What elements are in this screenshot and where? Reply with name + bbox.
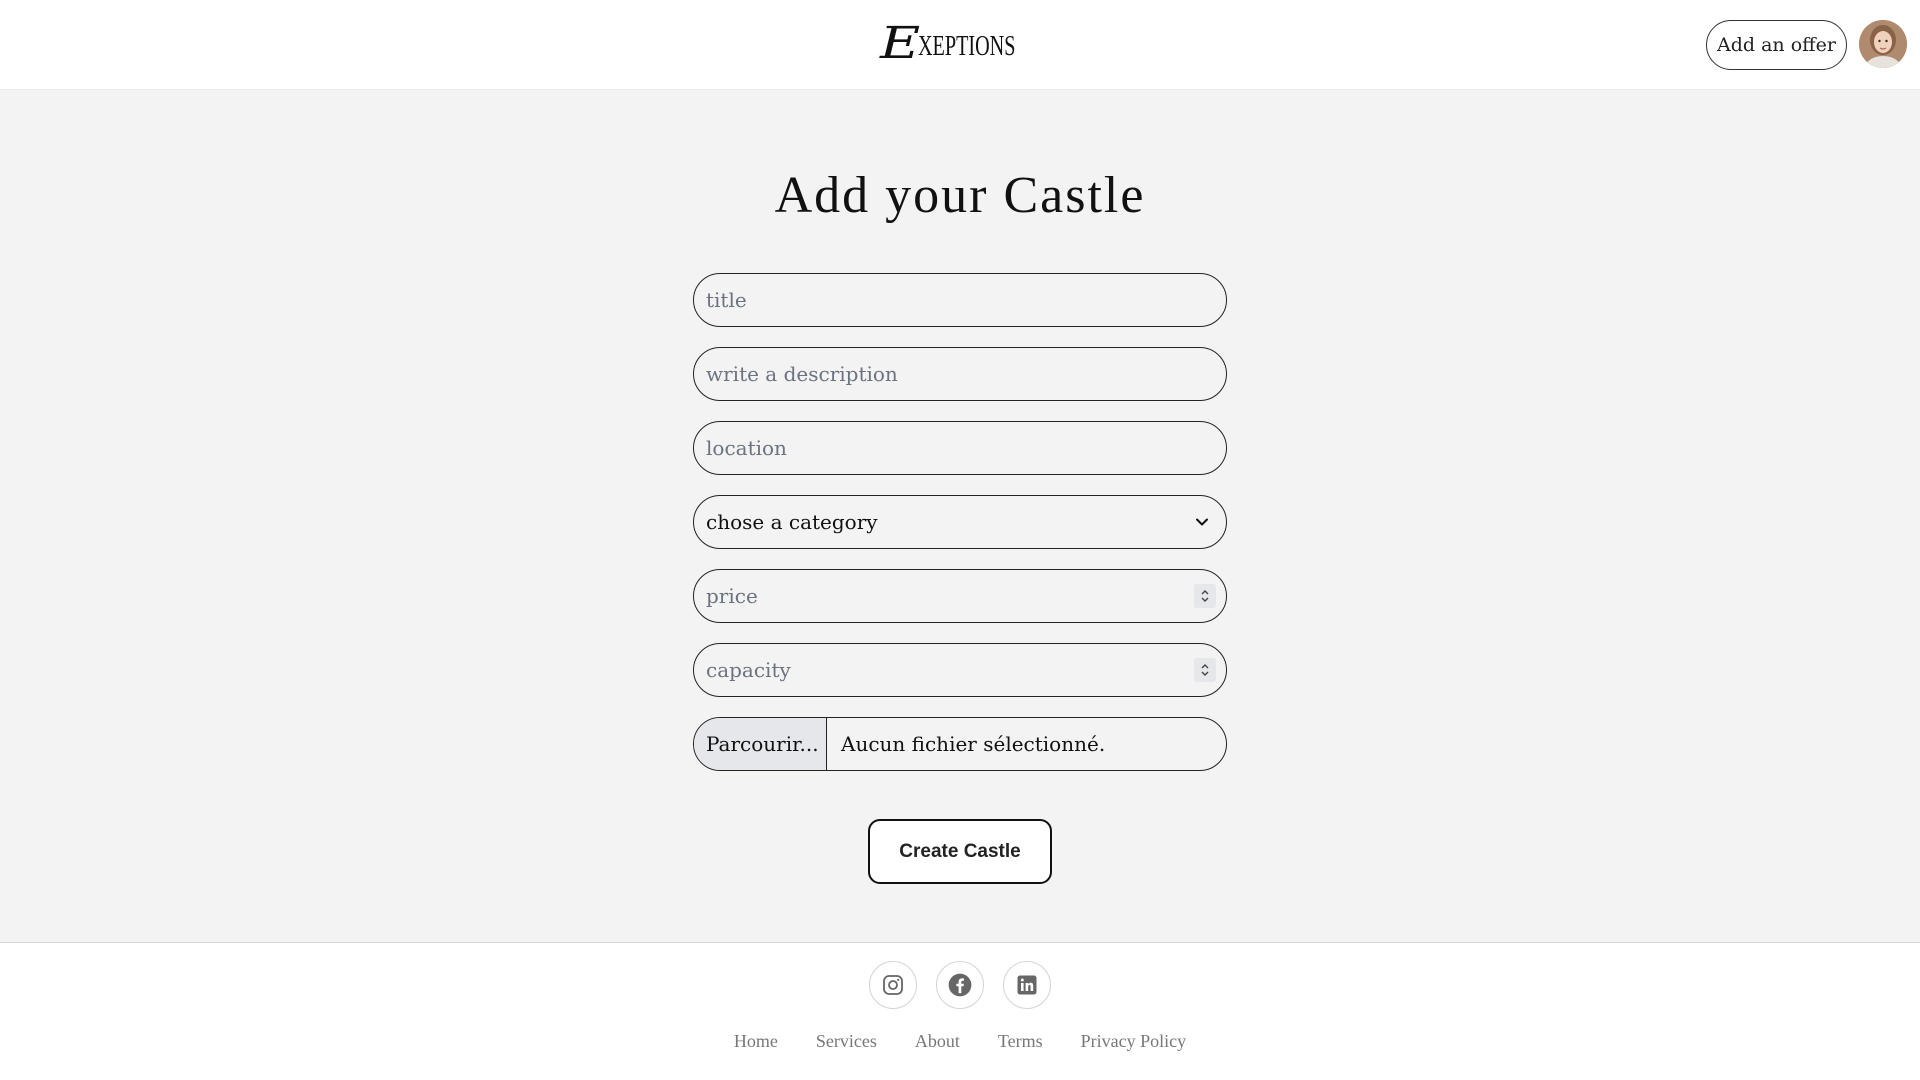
- footer-nav: Home Services About Terms Privacy Policy: [0, 1031, 1920, 1052]
- price-field[interactable]: [693, 569, 1227, 623]
- capacity-stepper[interactable]: [1194, 658, 1216, 682]
- page-title: Add your Castle: [774, 167, 1146, 224]
- footer-link-services[interactable]: Services: [816, 1031, 877, 1052]
- stepper-arrows-icon: [1201, 664, 1209, 676]
- linkedin-link[interactable]: [1003, 961, 1051, 1009]
- footer-link-privacy-policy[interactable]: Privacy Policy: [1081, 1031, 1187, 1052]
- logo-initial: E: [879, 18, 921, 69]
- linkedin-icon: [1017, 975, 1037, 995]
- category-select[interactable]: chose a category: [693, 495, 1227, 549]
- user-avatar-icon: [1859, 20, 1907, 68]
- footer-link-about[interactable]: About: [915, 1031, 960, 1052]
- main-content: Add your Castle chose a category: [0, 90, 1920, 943]
- footer-link-terms[interactable]: Terms: [998, 1031, 1043, 1052]
- price-input[interactable]: [706, 570, 1226, 622]
- stepper-arrows-icon: [1201, 590, 1209, 602]
- price-stepper[interactable]: [1194, 584, 1216, 608]
- avatar[interactable]: [1859, 20, 1907, 68]
- header: E XEPTIONS Add an offer: [0, 0, 1920, 90]
- create-castle-button[interactable]: Create Castle: [868, 819, 1052, 884]
- footer: Home Services About Terms Privacy Policy: [0, 943, 1920, 1080]
- facebook-icon: [948, 973, 972, 997]
- logo-text: XEPTIONS: [918, 31, 1016, 62]
- title-field[interactable]: [693, 273, 1227, 327]
- description-input[interactable]: [706, 348, 1226, 400]
- location-input[interactable]: [706, 422, 1226, 474]
- browse-file-button[interactable]: Parcourir...: [694, 718, 827, 770]
- location-field[interactable]: [693, 421, 1227, 475]
- title-input[interactable]: [706, 274, 1226, 326]
- capacity-field[interactable]: [693, 643, 1227, 697]
- footer-link-home[interactable]: Home: [734, 1031, 778, 1052]
- instagram-icon: [883, 975, 903, 995]
- facebook-link[interactable]: [936, 961, 984, 1009]
- file-status-text: Aucun fichier sélectionné.: [841, 732, 1106, 756]
- capacity-input[interactable]: [706, 644, 1226, 696]
- category-selected-value: chose a category: [706, 510, 878, 534]
- file-upload-field[interactable]: Parcourir... Aucun fichier sélectionné.: [693, 717, 1227, 771]
- site-logo[interactable]: E XEPTIONS: [880, 22, 1053, 66]
- description-field[interactable]: [693, 347, 1227, 401]
- add-offer-button[interactable]: Add an offer: [1706, 20, 1847, 70]
- instagram-link[interactable]: [869, 961, 917, 1009]
- chevron-down-icon: [1196, 518, 1208, 526]
